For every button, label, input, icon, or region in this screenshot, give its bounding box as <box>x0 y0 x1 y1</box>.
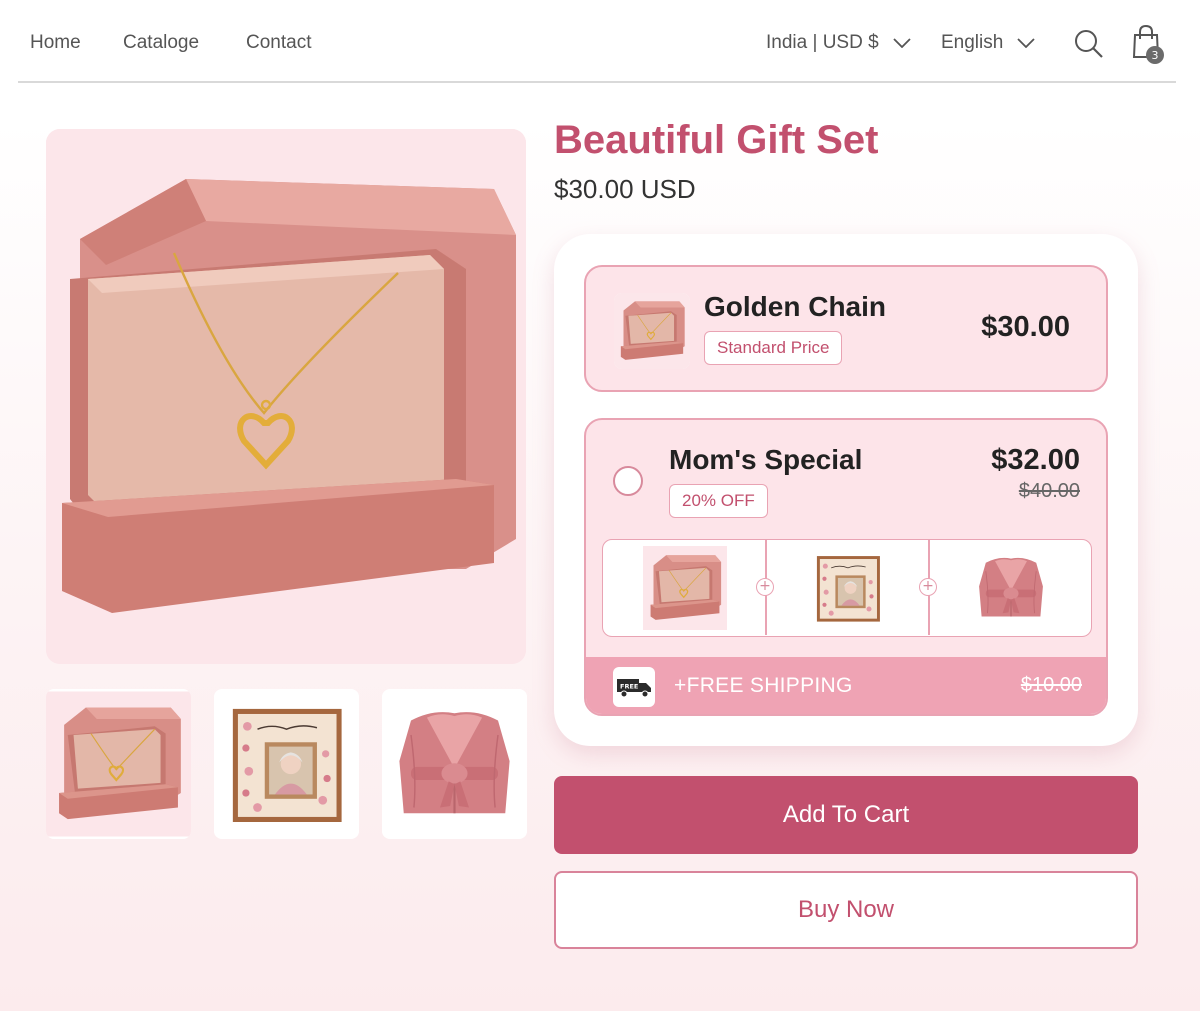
necklace-box-image <box>642 545 727 630</box>
product-title: Beautiful Gift Set <box>554 118 879 162</box>
offer-radio-button[interactable] <box>613 466 643 496</box>
search-icon[interactable] <box>1074 29 1104 59</box>
offer-golden-chain-name: Golden Chain <box>704 291 886 322</box>
main-product-image <box>46 129 526 664</box>
pink-robe-image <box>968 545 1053 630</box>
bundle-item-robe <box>929 540 1092 635</box>
chevron-down-icon <box>893 38 911 48</box>
language-label: English <box>941 32 1004 53</box>
cart-count-badge: 3 <box>1146 46 1164 64</box>
free-shipping-label: +FREE SHIPPING <box>674 674 853 697</box>
offer-golden-chain-price: $30.00 <box>981 311 1070 343</box>
language-selector[interactable]: English <box>941 32 1035 54</box>
shipping-compare-price: $10.00 <box>1020 674 1082 696</box>
golden-chain-thumb <box>614 293 690 369</box>
chevron-down-icon <box>1017 38 1035 48</box>
truck-badge-text: FREE <box>620 683 638 691</box>
nav-link-cataloge[interactable]: Cataloge <box>123 32 199 54</box>
offer-golden-chain[interactable]: Golden Chain Standard Price $30.00 <box>584 265 1108 392</box>
buy-now-button[interactable]: Buy Now <box>554 871 1138 949</box>
necklace-box-image <box>614 293 690 369</box>
discount-tag: 20% OFF <box>669 484 768 518</box>
bundle-items-row: + + <box>602 539 1092 637</box>
pink-robe-thumb-image <box>382 690 527 838</box>
bundle-item-frame <box>766 540 929 635</box>
region-currency-selector[interactable]: India | USD $ <box>766 32 911 54</box>
product-price: $30.00 USD <box>554 174 696 204</box>
free-shipping-truck-icon: FREE <box>613 667 655 707</box>
thumbnail-frame[interactable] <box>214 689 359 839</box>
love-you-mom-frame-image <box>805 545 890 630</box>
bundle-item-necklace <box>603 540 766 635</box>
love-you-mom-frame-thumb-image <box>214 690 359 838</box>
necklace-gift-box-image <box>46 129 526 664</box>
offer-compare-price: $40.00 <box>1018 480 1080 502</box>
free-shipping-bar: FREE +FREE SHIPPING $10.00 <box>586 657 1106 714</box>
nav-link-contact[interactable]: Contact <box>246 32 311 54</box>
offer-moms-special[interactable]: Mom's Special 20% OFF $32.00 $40.00 + + <box>584 418 1108 716</box>
region-currency-label: India | USD $ <box>766 32 879 53</box>
necklace-box-thumb-image <box>46 690 191 838</box>
offer-moms-special-price: $32.00 <box>991 444 1080 476</box>
thumbnail-necklace[interactable] <box>46 689 191 839</box>
add-to-cart-button[interactable]: Add To Cart <box>554 776 1138 854</box>
truck-icon: FREE <box>617 679 651 698</box>
bundle-options-card: Golden Chain Standard Price $30.00 Mom's… <box>554 234 1138 746</box>
top-nav: Home Cataloge Contact India | USD $ Engl… <box>18 0 1176 83</box>
nav-link-home[interactable]: Home <box>30 32 81 54</box>
standard-price-tag: Standard Price <box>704 331 843 365</box>
thumbnail-robe[interactable] <box>382 689 527 839</box>
offer-moms-special-name: Mom's Special <box>669 444 863 475</box>
